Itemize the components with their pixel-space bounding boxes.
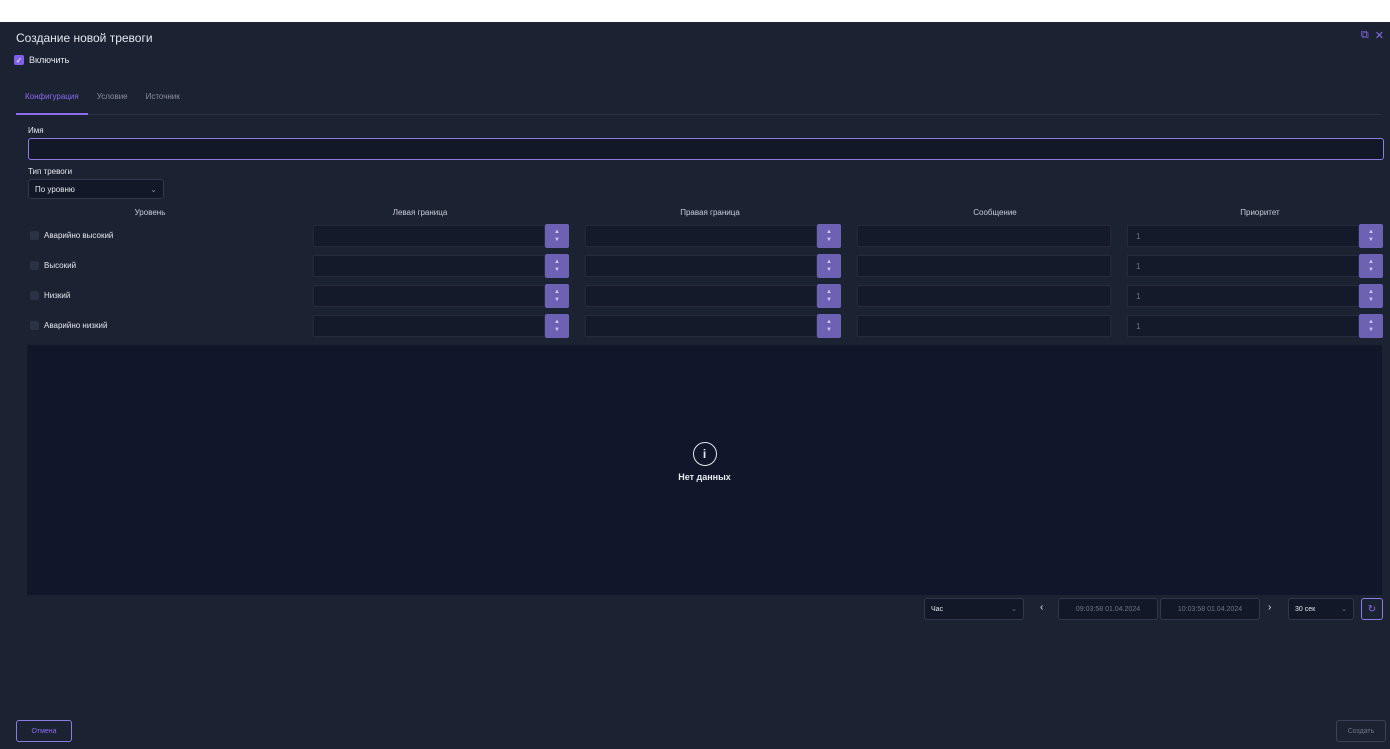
header-message: Сообщение [973, 208, 1017, 217]
enable-toggle[interactable]: ✓ Включить [14, 55, 69, 65]
refresh-icon: ↻ [1367, 603, 1377, 615]
right-bound-stepper[interactable]: ▲ ▼ [817, 284, 841, 308]
chevron-right-icon[interactable]: › [1268, 602, 1271, 613]
range-from-value: 09:03:58 01.04.2024 [1075, 605, 1141, 613]
interval-value: 30 сек [1295, 605, 1316, 613]
left-bound-input[interactable] [313, 225, 545, 247]
left-bound-input[interactable] [313, 315, 545, 337]
message-input[interactable] [857, 225, 1111, 247]
alarm-type-label: Тип тревоги [28, 167, 73, 176]
left-bound-input[interactable] [313, 285, 545, 307]
priority-input[interactable]: 1 [1127, 285, 1359, 307]
priority-input[interactable]: 1 [1127, 255, 1359, 277]
create-button[interactable]: Создать [1336, 720, 1386, 742]
right-bound-input[interactable] [585, 315, 817, 337]
priority-input[interactable]: 1 [1127, 315, 1359, 337]
priority-stepper[interactable]: ▲ ▼ [1359, 284, 1383, 308]
left-bound-stepper[interactable]: ▲ ▼ [545, 224, 569, 248]
level-row-alarm-low[interactable]: Аварийно низкий [30, 321, 107, 330]
alarm-dialog: Создание новой тревоги ⧉ ✕ ✓ Включить Ко… [0, 22, 1390, 749]
row-checkbox[interactable] [30, 261, 39, 270]
no-data-placeholder: i Нет данных [27, 442, 1382, 482]
level-label: Низкий [44, 291, 71, 300]
right-bound-input[interactable] [585, 255, 817, 277]
row-checkbox[interactable] [30, 231, 39, 240]
message-input[interactable] [857, 255, 1111, 277]
level-row-high[interactable]: Высокий [30, 261, 76, 270]
level-label: Высокий [44, 261, 77, 270]
tab-source[interactable]: Источник [137, 88, 189, 113]
external-link-icon[interactable]: ⧉ [1361, 29, 1369, 42]
row-checkbox[interactable] [30, 291, 39, 300]
enable-label: Включить [29, 55, 70, 65]
right-bound-stepper[interactable]: ▲ ▼ [817, 254, 841, 278]
tab-condition[interactable]: Условие [88, 88, 137, 113]
name-input[interactable] [28, 138, 1384, 160]
period-value: Час [931, 605, 944, 613]
left-bound-stepper[interactable]: ▲ ▼ [545, 284, 569, 308]
dialog-title: Создание новой тревоги [16, 31, 153, 45]
row-checkbox[interactable] [30, 321, 39, 330]
right-bound-input[interactable] [585, 225, 817, 247]
level-row-low[interactable]: Низкий [30, 291, 70, 300]
left-bound-stepper[interactable]: ▲ ▼ [545, 254, 569, 278]
message-input[interactable] [857, 315, 1111, 337]
interval-select[interactable]: 30 сек ⌄ [1288, 598, 1354, 620]
right-bound-stepper[interactable]: ▲ ▼ [817, 314, 841, 338]
right-bound-stepper[interactable]: ▲ ▼ [817, 224, 841, 248]
chart-area: i Нет данных [27, 345, 1382, 595]
window-controls: ⧉ ✕ [1361, 29, 1384, 42]
chevron-left-icon[interactable]: ‹ [1040, 602, 1043, 613]
left-bound-input[interactable] [313, 255, 545, 277]
refresh-button[interactable]: ↻ [1361, 598, 1383, 620]
priority-input[interactable]: 1 [1127, 225, 1359, 247]
header-priority: Приоритет [1240, 208, 1280, 217]
chevron-down-icon: ⌄ [1341, 606, 1347, 613]
enable-checkbox[interactable]: ✓ [14, 55, 24, 65]
header-right-bound: Правая граница [680, 208, 740, 217]
close-icon[interactable]: ✕ [1375, 29, 1384, 42]
period-select[interactable]: Час ⌄ [924, 598, 1024, 620]
level-label: Аварийно высокий [44, 231, 114, 240]
left-bound-stepper[interactable]: ▲ ▼ [545, 314, 569, 338]
tab-configuration[interactable]: Конфигурация [16, 88, 88, 115]
chevron-down-icon: ⌄ [150, 184, 157, 194]
info-icon: i [692, 442, 717, 466]
range-to-input[interactable]: 10:03:58 01.04.2024 [1160, 598, 1260, 620]
alarm-type-value: По уровню [35, 184, 75, 194]
cancel-button[interactable]: Отмена [16, 720, 72, 742]
header-left-bound: Левая граница [392, 208, 448, 217]
message-input[interactable] [857, 285, 1111, 307]
level-row-alarm-high[interactable]: Аварийно высокий [30, 231, 113, 240]
priority-stepper[interactable]: ▲ ▼ [1359, 254, 1383, 278]
tab-bar: Конфигурация Условие Источник [16, 88, 1382, 115]
priority-stepper[interactable]: ▲ ▼ [1359, 224, 1383, 248]
right-bound-input[interactable] [585, 285, 817, 307]
range-to-value: 10:03:58 01.04.2024 [1177, 605, 1243, 613]
header-level: Уровень [134, 208, 166, 217]
chevron-down-icon: ⌄ [1011, 606, 1017, 613]
alarm-type-select[interactable]: По уровню ⌄ [28, 179, 164, 199]
range-from-input[interactable]: 09:03:58 01.04.2024 [1058, 598, 1158, 620]
no-data-text: Нет данных [678, 472, 731, 482]
name-label: Имя [28, 126, 44, 135]
level-label: Аварийно низкий [44, 321, 108, 330]
priority-stepper[interactable]: ▲ ▼ [1359, 314, 1383, 338]
